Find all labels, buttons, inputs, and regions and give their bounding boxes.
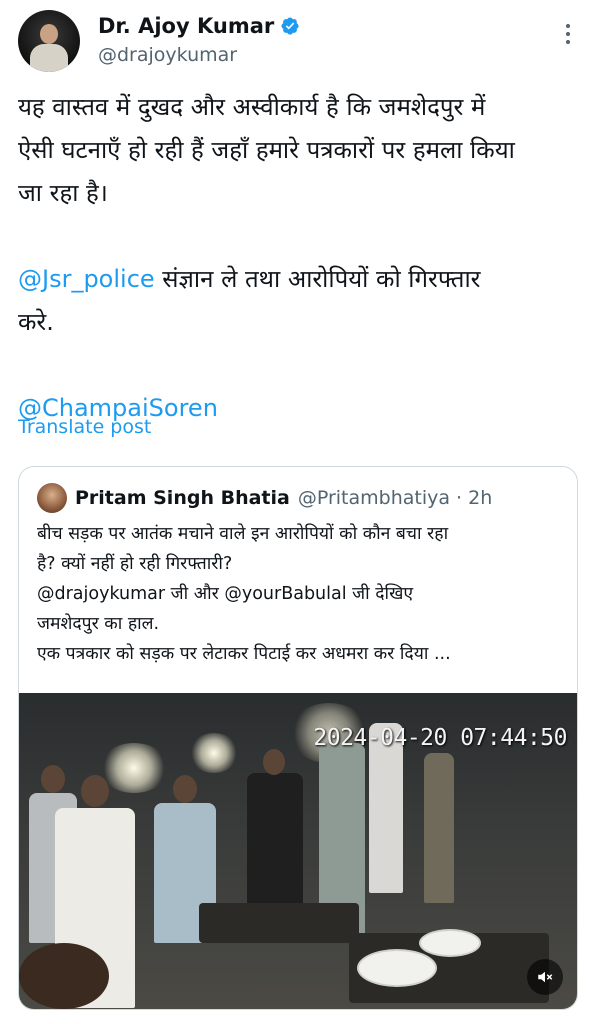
- quoted-line: @drajoykumar जी और @yourBabulal जी देखिए: [37, 584, 414, 604]
- author-avatar[interactable]: [18, 10, 80, 72]
- quoted-header: Pritam Singh Bhatia @Pritambhatiya · 2h: [37, 481, 492, 515]
- scene-plate: [357, 949, 437, 987]
- tweet-line: ऐसी घटनाएँ हो रही हैं जहाँ हमारे पत्रकार…: [18, 136, 515, 164]
- quoted-author-name[interactable]: Pritam Singh Bhatia: [75, 487, 290, 509]
- tweet-line: जा रहा है।: [18, 179, 108, 207]
- tweet-text: यह वास्तव में दुखद और अस्वीकार्य है कि ज…: [18, 86, 578, 430]
- quoted-author-avatar[interactable]: [37, 483, 67, 513]
- scene-table: [199, 903, 359, 943]
- scene-plate: [419, 929, 481, 957]
- quoted-line: एक पत्रकार को सड़क पर लेटाकर पिटाई कर अध…: [37, 644, 451, 664]
- volume-mute-icon[interactable]: [527, 959, 563, 995]
- tweet-line-text: संज्ञान ले तथा आरोपियों को गिरफ्तार: [154, 265, 481, 293]
- scene-person: [424, 753, 454, 903]
- quoted-line: बीच सड़क पर आतंक मचाने वाले इन आरोपियों …: [37, 524, 449, 544]
- video-player[interactable]: 2024-04-20 07:44:50: [19, 693, 577, 1009]
- video-timestamp: 2024-04-20 07:44:50: [313, 725, 567, 751]
- scene-table: [19, 943, 109, 1009]
- translate-post-link[interactable]: Translate post: [18, 416, 151, 438]
- quoted-tweet[interactable]: Pritam Singh Bhatia @Pritambhatiya · 2h …: [18, 466, 578, 1010]
- scene-light: [99, 743, 169, 793]
- scene-person-head: [263, 749, 285, 775]
- tweet-header: Dr. Ajoy Kumar @drajoykumar: [18, 10, 578, 72]
- tweet-line: करे.: [18, 308, 54, 336]
- quoted-line: जमशेदपुर का हाल.: [37, 614, 160, 634]
- mention-link[interactable]: @Jsr_police: [18, 265, 155, 293]
- author-display-name[interactable]: Dr. Ajoy Kumar: [98, 12, 274, 40]
- mute-glyph: [538, 971, 553, 983]
- tweet-line: यह वास्तव में दुखद और अस्वीकार्य है कि ज…: [18, 93, 486, 121]
- verified-badge-icon: [281, 17, 299, 35]
- author-handle[interactable]: @drajoykumar: [98, 42, 300, 68]
- scene-light: [189, 733, 239, 773]
- tweet-line: @Jsr_police संज्ञान ले तथा आरोपियों को ग…: [18, 258, 578, 301]
- quoted-text: बीच सड़क पर आतंक मचाने वाले इन आरोपियों …: [37, 519, 567, 669]
- author-display-name-row[interactable]: Dr. Ajoy Kumar: [98, 12, 300, 40]
- scene-person-head: [41, 765, 65, 793]
- more-options-icon[interactable]: [558, 20, 578, 48]
- author-names: Dr. Ajoy Kumar @drajoykumar: [98, 12, 300, 68]
- quoted-author-handle[interactable]: @Pritambhatiya · 2h: [298, 487, 492, 509]
- quoted-line: है? क्यों नहीं हो रही गिरफ्तारी?: [37, 554, 233, 574]
- scene-person-head: [81, 775, 109, 807]
- scene-person-head: [173, 775, 197, 803]
